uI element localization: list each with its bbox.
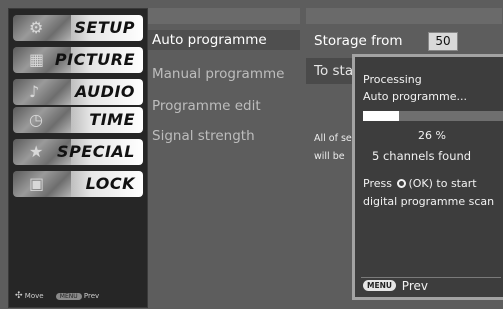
sidebar-item-setup[interactable]: ⚙ SETUP [13, 15, 143, 41]
press-ok-instruction: Press (OK) to start [363, 177, 477, 190]
progress-percent: 26 % [418, 129, 446, 142]
sidebar-item-label: LOCK [85, 174, 135, 193]
storage-from-label: Storage from [314, 33, 403, 49]
progress-bar-fill [363, 111, 400, 121]
info-note: All of se will be [314, 130, 352, 166]
sidebar-item-label: TIME [89, 110, 135, 129]
sidebar-item-label: AUDIO [75, 82, 135, 101]
setup-icon: ⚙ [13, 15, 71, 41]
progress-bar [363, 111, 503, 121]
prev-label: Prev [401, 279, 428, 293]
sidebar-item-label: PICTURE [54, 50, 135, 69]
menu-item-programme-edit[interactable]: Programme edit [152, 98, 261, 114]
sidebar-item-special[interactable]: ★ SPECIAL [13, 139, 143, 165]
press-ok-instruction-line2: digital programme scan [363, 195, 495, 208]
sidebar-item-label: SPECIAL [57, 142, 135, 161]
category-sidebar: ⚙ SETUP ▦ PICTURE ♪ AUDIO ◷ TIME ★ SPECI… [8, 8, 148, 308]
dialog-footer[interactable]: MENU Prev [363, 279, 428, 293]
help-move-label: Move [24, 292, 44, 300]
lock-icon: ▣ [13, 171, 71, 197]
sidebar-item-lock[interactable]: ▣ LOCK [13, 171, 143, 197]
menu-item-manual-programme[interactable]: Manual programme [152, 66, 284, 82]
dialog-subtitle: Auto programme... [363, 90, 467, 103]
storage-from-value[interactable]: 50 [428, 32, 458, 51]
press-suffix: (OK) to start [408, 177, 477, 190]
tv-menu-screen: ⚙ SETUP ▦ PICTURE ♪ AUDIO ◷ TIME ★ SPECI… [0, 0, 503, 309]
press-prefix: Press [363, 177, 392, 190]
menu-item-auto-programme[interactable]: Auto programme [152, 32, 267, 48]
info-note-line2: will be [314, 151, 345, 162]
setup-menu: Auto programme Manual programme Programm… [148, 8, 300, 306]
menu-item-signal-strength[interactable]: Signal strength [152, 128, 255, 144]
help-prev-label: Prev [83, 292, 100, 300]
menu-key-icon: MENU [55, 292, 82, 300]
sidebar-item-picture[interactable]: ▦ PICTURE [13, 47, 143, 73]
ok-button-icon [397, 179, 407, 188]
move-arrows-icon: ✣ [15, 291, 23, 301]
sidebar-item-time[interactable]: ◷ TIME [13, 107, 143, 133]
channels-found: 5 channels found [372, 149, 472, 163]
storage-from-row: Storage from 50 [306, 30, 502, 52]
dialog-divider [361, 277, 501, 278]
menu-header-bar [148, 8, 300, 24]
sidebar-item-audio[interactable]: ♪ AUDIO [13, 79, 143, 105]
audio-icon: ♪ [13, 79, 71, 105]
time-icon: ◷ [13, 107, 71, 133]
sidebar-item-label: SETUP [74, 18, 135, 37]
menu-key-icon: MENU [363, 280, 396, 291]
panel-header-bar [306, 8, 502, 24]
dialog-title: Processing [363, 73, 422, 86]
processing-dialog: Processing Auto programme... 26 % 5 chan… [352, 54, 503, 300]
navigation-help: ✣ Move MENU Prev [15, 291, 143, 301]
info-note-line1: All of se [314, 133, 352, 144]
